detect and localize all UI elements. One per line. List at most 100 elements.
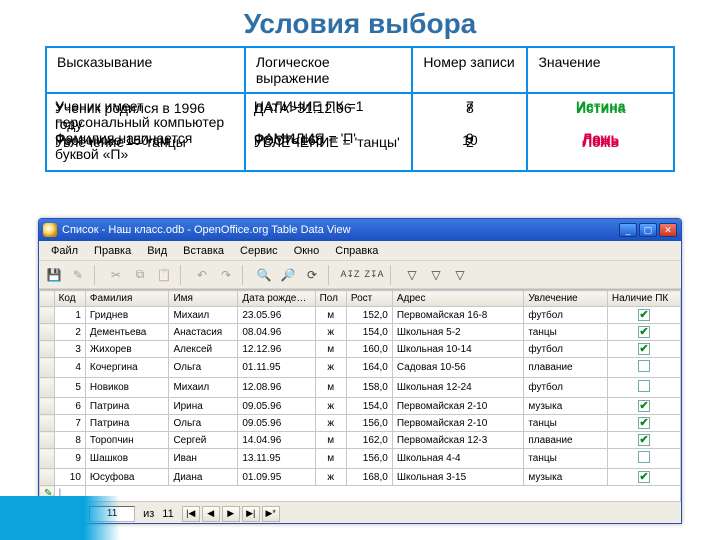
cell-fam[interactable]: Юсуфова <box>85 469 169 486</box>
row-marker[interactable] <box>40 398 55 415</box>
cell-date[interactable]: 13.11.95 <box>238 449 315 469</box>
cell-kod[interactable]: 5 <box>54 378 85 398</box>
col-adr[interactable]: Адрес <box>392 291 524 307</box>
cell-fam[interactable]: Патрина <box>85 415 169 432</box>
cell-pc[interactable] <box>607 341 680 358</box>
cell-pol[interactable]: м <box>315 449 346 469</box>
col-rost[interactable]: Рост <box>346 291 392 307</box>
cell-adr[interactable]: Школьная 12-24 <box>392 378 524 398</box>
cell-rost[interactable]: 156,0 <box>346 415 392 432</box>
row-marker[interactable] <box>40 378 55 398</box>
cell-imja[interactable]: Ольга <box>169 415 238 432</box>
cell-fam[interactable]: Патрина <box>85 398 169 415</box>
checkbox-icon[interactable] <box>638 343 650 355</box>
col-uvl[interactable]: Увлечение <box>524 291 608 307</box>
cell-uvl[interactable]: плавание <box>524 432 608 449</box>
cell-imja[interactable]: Диана <box>169 469 238 486</box>
cell-adr[interactable]: Школьная 10-14 <box>392 341 524 358</box>
remove-filter-icon[interactable]: ▽ <box>449 264 471 286</box>
cell-pc[interactable] <box>607 324 680 341</box>
cell-fam[interactable]: Кочергина <box>85 358 169 378</box>
cell-pc[interactable] <box>607 398 680 415</box>
cell-pc[interactable] <box>607 432 680 449</box>
cell-pc[interactable] <box>607 415 680 432</box>
cell-pc[interactable] <box>607 449 680 469</box>
menu-view[interactable]: Вид <box>141 243 173 259</box>
cell-adr[interactable]: Школьная 4-4 <box>392 449 524 469</box>
cell-pc[interactable] <box>607 469 680 486</box>
checkbox-icon[interactable] <box>638 417 650 429</box>
cell-kod[interactable]: 4 <box>54 358 85 378</box>
col-date[interactable]: Дата рождения <box>238 291 315 307</box>
cell-adr[interactable]: Школьная 3-15 <box>392 469 524 486</box>
row-marker[interactable] <box>40 324 55 341</box>
col-imja[interactable]: Имя <box>169 291 238 307</box>
cell-uvl[interactable]: танцы <box>524 449 608 469</box>
nav-next-icon[interactable]: ▶ <box>222 506 240 522</box>
filter-icon[interactable]: ▽ <box>425 264 447 286</box>
sort-asc-icon[interactable]: A↧Z <box>339 264 361 286</box>
cell-imja[interactable]: Иван <box>169 449 238 469</box>
checkbox-icon[interactable] <box>638 471 650 483</box>
cell-rost[interactable]: 152,0 <box>346 307 392 324</box>
nav-prev-icon[interactable]: ◀ <box>202 506 220 522</box>
cell-kod[interactable]: 2 <box>54 324 85 341</box>
cell-rost[interactable]: 164,0 <box>346 358 392 378</box>
cell-fam[interactable]: Шашков <box>85 449 169 469</box>
checkbox-icon[interactable] <box>638 451 650 463</box>
cell-rost[interactable]: 168,0 <box>346 469 392 486</box>
cell-adr[interactable]: Первомайская 2-10 <box>392 415 524 432</box>
cell-pol[interactable]: ж <box>315 398 346 415</box>
cell-rost[interactable]: 162,0 <box>346 432 392 449</box>
checkbox-icon[interactable] <box>638 326 650 338</box>
maximize-button[interactable]: ▢ <box>639 223 657 237</box>
sort-desc-icon[interactable]: Z↧A <box>363 264 385 286</box>
col-kod[interactable]: Код <box>54 291 85 307</box>
cell-date[interactable]: 23.05.96 <box>238 307 315 324</box>
nav-last-icon[interactable]: ▶| <box>242 506 260 522</box>
find-icon[interactable]: 🔍 <box>253 264 275 286</box>
cell-kod[interactable]: 8 <box>54 432 85 449</box>
menu-help[interactable]: Справка <box>329 243 384 259</box>
cell-date[interactable]: 14.04.96 <box>238 432 315 449</box>
menu-tools[interactable]: Сервис <box>234 243 284 259</box>
cell-imja[interactable]: Ольга <box>169 358 238 378</box>
cell-uvl[interactable]: музыка <box>524 469 608 486</box>
cell-pol[interactable]: ж <box>315 324 346 341</box>
row-marker[interactable] <box>40 341 55 358</box>
menu-insert[interactable]: Вставка <box>177 243 230 259</box>
cell-adr[interactable]: Первомайская 2-10 <box>392 398 524 415</box>
table-row[interactable]: 6ПатринаИрина09.05.96ж154,0Первомайская … <box>40 398 681 415</box>
cell-date[interactable]: 09.05.96 <box>238 415 315 432</box>
cell-imja[interactable]: Анастасия <box>169 324 238 341</box>
cell-date[interactable]: 01.09.95 <box>238 469 315 486</box>
checkbox-icon[interactable] <box>638 360 650 372</box>
table-row[interactable]: 9ШашковИван13.11.95м156,0Школьная 4-4тан… <box>40 449 681 469</box>
cell-pol[interactable]: м <box>315 378 346 398</box>
cell-fam[interactable]: Торопчин <box>85 432 169 449</box>
row-marker[interactable] <box>40 358 55 378</box>
cell-pc[interactable] <box>607 307 680 324</box>
minimize-button[interactable]: _ <box>619 223 637 237</box>
cell-date[interactable]: 01.11.95 <box>238 358 315 378</box>
cell-pol[interactable]: ж <box>315 415 346 432</box>
find-next-icon[interactable]: 🔎 <box>277 264 299 286</box>
table-row[interactable]: 3ЖихоревАлексей12.12.96м160,0Школьная 10… <box>40 341 681 358</box>
cell-fam[interactable]: Гриднев <box>85 307 169 324</box>
cell-adr[interactable]: Школьная 5-2 <box>392 324 524 341</box>
cell-uvl[interactable]: футбол <box>524 307 608 324</box>
checkbox-icon[interactable] <box>638 380 650 392</box>
cell-date[interactable]: 08.04.96 <box>238 324 315 341</box>
table-row[interactable]: 5НовиковМихаил12.08.96м158,0Школьная 12-… <box>40 378 681 398</box>
table-row[interactable]: 8ТоропчинСергей14.04.96м162,0Первомайска… <box>40 432 681 449</box>
close-button[interactable]: ✕ <box>659 223 677 237</box>
cell-rost[interactable]: 156,0 <box>346 449 392 469</box>
row-marker[interactable] <box>40 307 55 324</box>
row-marker[interactable] <box>40 469 55 486</box>
cell-adr[interactable]: Первомайская 12-3 <box>392 432 524 449</box>
cell-pol[interactable]: ж <box>315 469 346 486</box>
table-row[interactable]: 1ГридневМихаил23.05.96м152,0Первомайская… <box>40 307 681 324</box>
cell-fam[interactable]: Дементьева <box>85 324 169 341</box>
cell-rost[interactable]: 154,0 <box>346 398 392 415</box>
cell-uvl[interactable]: футбол <box>524 378 608 398</box>
